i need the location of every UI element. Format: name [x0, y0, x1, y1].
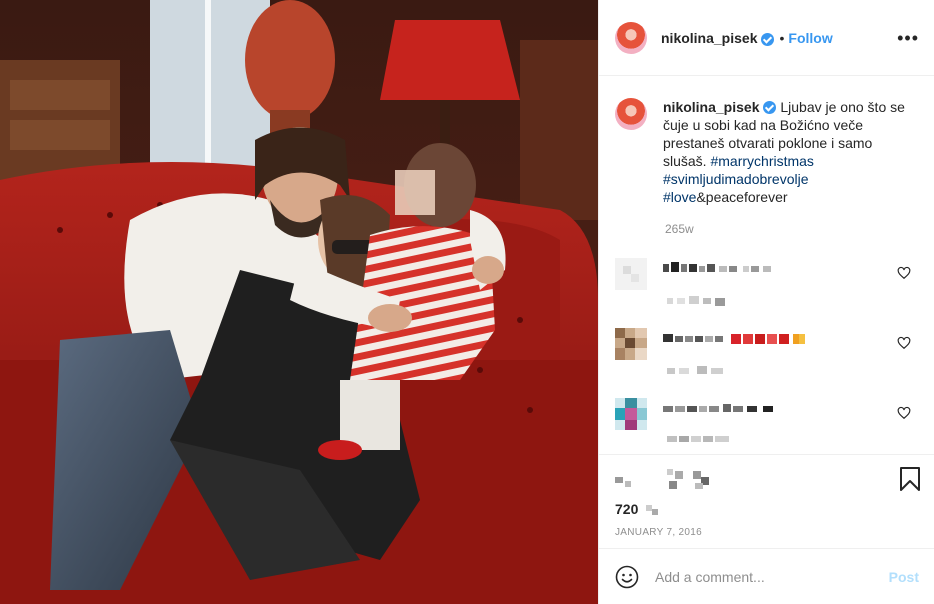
redacted-username — [663, 404, 773, 412]
commenter-avatar[interactable] — [615, 328, 647, 360]
likes-value: 720 — [615, 501, 639, 517]
comment-item — [615, 328, 919, 388]
heart-icon[interactable] — [897, 336, 911, 350]
caption-tail: &peaceforever — [696, 189, 788, 205]
caption-time[interactable]: 265w — [665, 222, 694, 236]
bookmark-icon[interactable] — [899, 467, 921, 491]
post-actions: 720 JANUARY 7, 2016 — [599, 454, 934, 548]
follow-button[interactable]: Follow — [788, 30, 832, 46]
post-photo[interactable] — [0, 0, 598, 604]
post-header: nikolina_pisek • Follow ••• — [599, 0, 934, 76]
verified-badge-icon — [763, 101, 777, 114]
comment-item — [615, 258, 919, 318]
post-sidebar: nikolina_pisek • Follow ••• nikolina_pis… — [598, 0, 934, 604]
hashtag-link[interactable]: #svimljudimadobrevolje — [663, 171, 809, 187]
author-avatar[interactable] — [615, 21, 647, 54]
commenter-avatar[interactable] — [615, 398, 647, 430]
hashtag-link[interactable]: #love — [663, 189, 696, 205]
comment-input[interactable] — [655, 568, 889, 585]
redacted-comment — [667, 436, 729, 442]
caption-avatar[interactable] — [615, 98, 647, 130]
caption-username[interactable]: nikolina_pisek — [663, 99, 759, 115]
family-photo-illustration — [0, 0, 598, 604]
heart-icon[interactable] — [897, 266, 911, 280]
comment-item — [615, 398, 919, 458]
author-username[interactable]: nikolina_pisek — [661, 30, 757, 46]
header-separator: • — [779, 29, 785, 46]
redacted-likes-label — [646, 505, 659, 516]
comment-composer: Post — [599, 548, 934, 604]
instagram-post: nikolina_pisek • Follow ••• nikolina_pis… — [0, 0, 934, 604]
hashtag-link[interactable]: #marrychristmas — [710, 153, 813, 169]
verified-badge-icon — [761, 33, 775, 46]
commenter-avatar[interactable] — [615, 258, 647, 290]
redacted-username — [663, 262, 771, 272]
post-date[interactable]: JANUARY 7, 2016 — [615, 527, 702, 538]
redacted-comment — [667, 296, 725, 306]
caption: nikolina_pisek Ljubav je ono što se čuje… — [615, 98, 919, 206]
heart-icon[interactable] — [897, 406, 911, 420]
post-comment-button[interactable]: Post — [889, 569, 919, 585]
likes-count[interactable]: 720 — [615, 501, 662, 517]
caption-body: nikolina_pisek Ljubav je ono što se čuje… — [663, 98, 919, 206]
emoji-icon[interactable] — [615, 565, 639, 589]
redacted-comment — [667, 366, 723, 374]
redacted-action-icons — [615, 469, 709, 489]
redacted-username — [663, 334, 805, 344]
more-options-icon[interactable]: ••• — [897, 29, 919, 47]
